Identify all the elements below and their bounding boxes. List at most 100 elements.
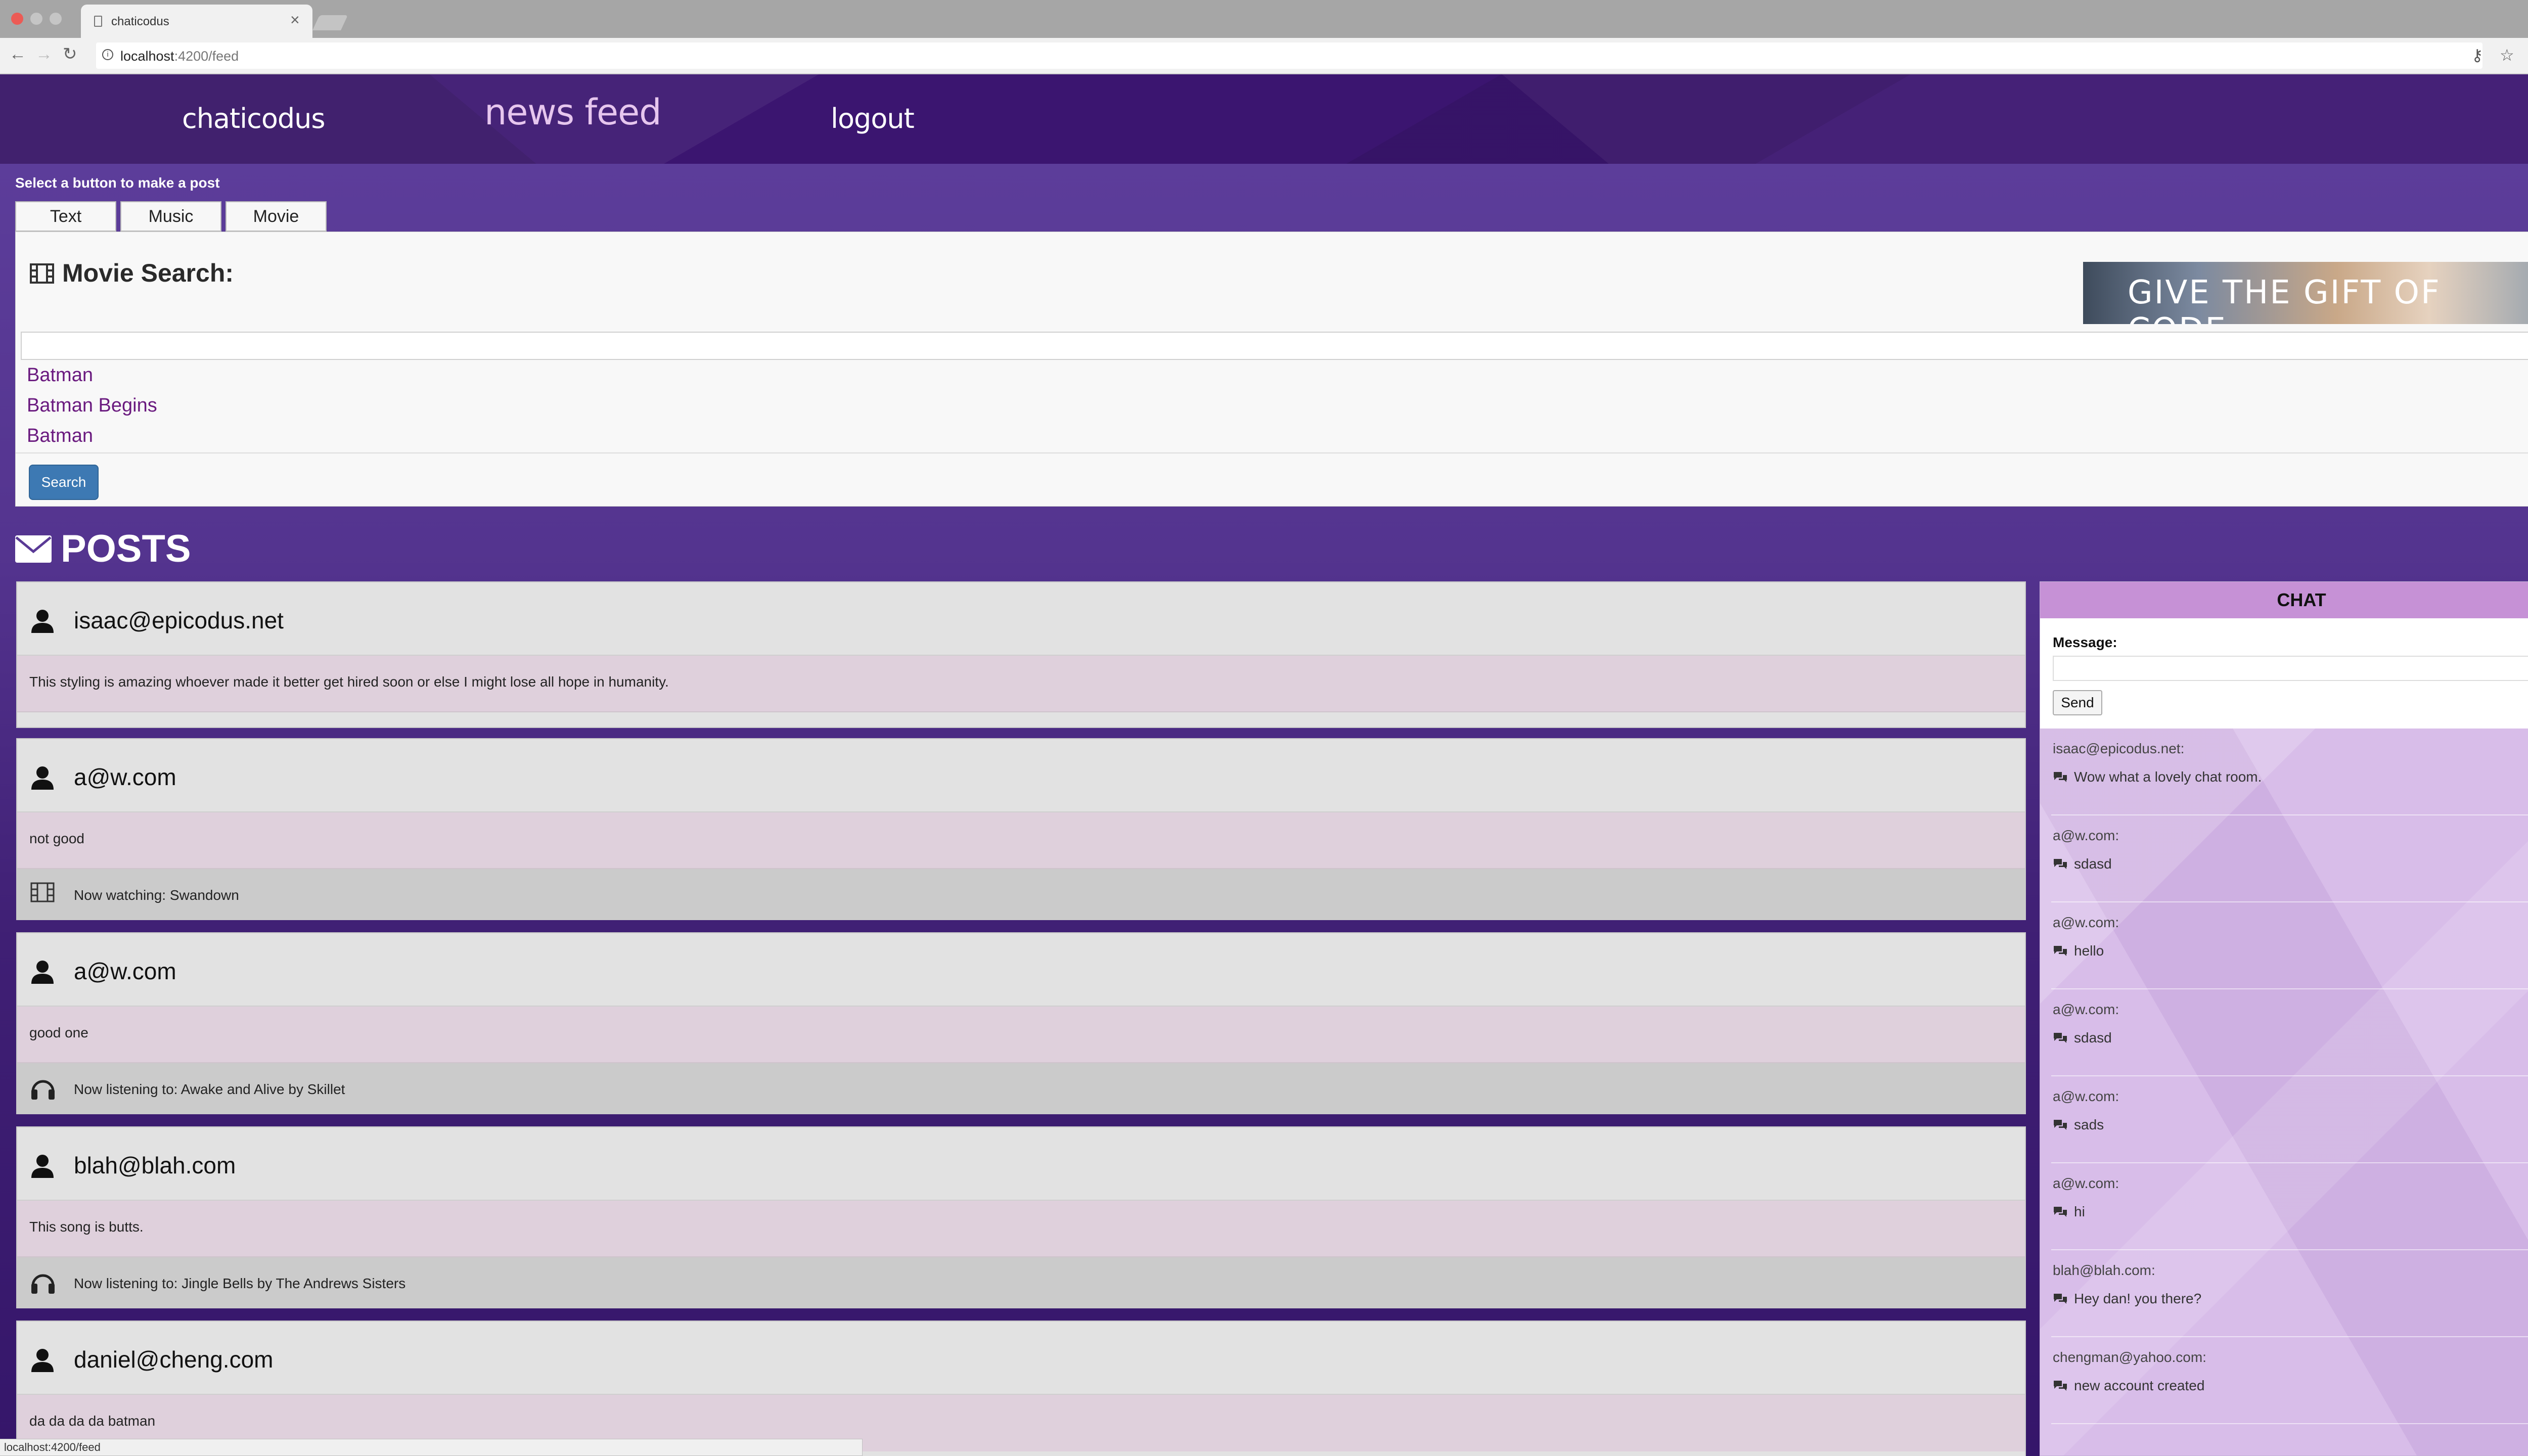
user-icon xyxy=(31,1349,54,1372)
chat-bubbles-icon xyxy=(2054,1033,2067,1043)
music-post-button[interactable]: Music xyxy=(120,201,221,232)
movie-search-input[interactable] xyxy=(21,332,2528,360)
chat-author: a@w.com: xyxy=(2053,828,2119,843)
post-author[interactable]: isaac@epicodus.net xyxy=(74,607,284,634)
chat-author: a@w.com: xyxy=(2053,1088,2119,1104)
user-icon xyxy=(31,961,54,984)
message-label: Message: xyxy=(2053,634,2117,650)
user-icon xyxy=(31,610,54,633)
posts-title: POSTS xyxy=(61,527,191,570)
reload-icon[interactable]: ↻ xyxy=(63,44,77,64)
post-author[interactable]: blah@blah.com xyxy=(74,1152,236,1179)
search-result-link[interactable]: Batman xyxy=(27,365,93,386)
post-type-prompt: Select a button to make a post xyxy=(15,175,220,191)
promo-banner[interactable]: GIVE THE GIFT OF CODE xyxy=(2083,262,2528,324)
post-header: a@w.com xyxy=(17,739,2025,812)
chat-author: a@w.com: xyxy=(2053,1175,2119,1191)
post-text: This styling is amazing whoever made it … xyxy=(29,674,669,690)
address-bar[interactable]: i localhost:4200/feed xyxy=(96,42,2482,69)
send-button[interactable]: Send xyxy=(2053,690,2102,715)
browser-tab[interactable]: chaticodus × xyxy=(81,5,312,38)
post-card: isaac@epicodus.net This styling is amazi… xyxy=(16,581,2026,728)
chat-bubbles-icon xyxy=(2054,859,2067,869)
app-navbar: chaticodus news feed logout xyxy=(0,74,2528,164)
browser-toolbar: ← → ↻ i localhost:4200/feed ⚷ ☆ Ⓒ ⋮ xyxy=(0,38,2528,74)
news-feed-link[interactable]: news feed xyxy=(484,92,662,133)
chat-text: new account created xyxy=(2074,1378,2205,1393)
post-body: not good xyxy=(17,812,2025,869)
post-media-status: Now listening to: Awake and Alive by Ski… xyxy=(17,1063,2025,1114)
chat-text: hello xyxy=(2074,943,2104,959)
brand-link[interactable]: chaticodus xyxy=(182,103,326,134)
film-icon xyxy=(30,263,54,284)
status-url-bubble: localhost:4200/feed xyxy=(0,1439,863,1456)
tab-title: chaticodus xyxy=(111,15,169,28)
divider xyxy=(16,452,2528,453)
chat-bubbles-icon xyxy=(2054,946,2067,956)
chat-text: hi xyxy=(2074,1204,2085,1219)
browser-tab-strip: chaticodus × xyxy=(0,0,2528,38)
post-header: blah@blah.com xyxy=(17,1127,2025,1201)
post-media-text: Now listening to: Jingle Bells by The An… xyxy=(74,1276,406,1291)
page-icon xyxy=(94,16,102,27)
chat-message: a@w.com: hi xyxy=(2051,1163,2528,1250)
user-icon xyxy=(31,766,54,790)
post-card: a@w.com not good Now watching: Swandown xyxy=(16,738,2026,920)
post-media-text: Now listening to: Awake and Alive by Ski… xyxy=(74,1081,345,1097)
post-header: a@w.com xyxy=(17,933,2025,1007)
post-card: a@w.com good one Now listening to: Awake… xyxy=(16,932,2026,1114)
chat-message: a@w.com: sdasd xyxy=(2051,815,2528,902)
post-body: This styling is amazing whoever made it … xyxy=(17,656,2025,712)
banner-text: GIVE THE GIFT OF CODE xyxy=(2128,274,2441,324)
chat-bubbles-icon xyxy=(2054,1381,2067,1391)
post-card: blah@blah.com This song is butts. Now li… xyxy=(16,1126,2026,1308)
post-text: da da da da batman xyxy=(29,1413,156,1429)
back-arrow-icon[interactable]: ← xyxy=(9,44,26,64)
movie-post-button[interactable]: Movie xyxy=(225,201,327,232)
chat-text: sdasd xyxy=(2074,1030,2112,1045)
text-post-button[interactable]: Text xyxy=(15,201,116,232)
user-icon xyxy=(31,1155,54,1178)
maximize-window-button[interactable] xyxy=(50,13,62,25)
minimize-window-button[interactable] xyxy=(30,13,42,25)
posts-heading: POSTS xyxy=(15,527,191,571)
post-media-status: Now watching: Swandown xyxy=(17,869,2025,920)
bookmark-star-icon[interactable]: ☆ xyxy=(2500,46,2514,64)
chat-bubbles-icon xyxy=(2054,1207,2067,1217)
tab-close-icon[interactable]: × xyxy=(290,12,300,28)
chat-author: isaac@epicodus.net: xyxy=(2053,741,2185,756)
chat-panel: CHAT Message: Send isaac@epicodus.net: W… xyxy=(2040,581,2528,1456)
chat-log: isaac@epicodus.net: Wow what a lovely ch… xyxy=(2040,729,2528,1455)
chat-text: sads xyxy=(2074,1117,2104,1132)
chat-author: a@w.com: xyxy=(2053,915,2119,930)
post-author[interactable]: a@w.com xyxy=(74,763,176,791)
key-icon[interactable]: ⚷ xyxy=(2471,46,2483,64)
post-header: isaac@epicodus.net xyxy=(17,582,2025,656)
movie-search-heading: Movie Search: xyxy=(62,259,234,287)
movie-search-panel: Movie Search: GIVE THE GIFT OF CODE Batm… xyxy=(15,232,2528,507)
search-result-link[interactable]: Batman Begins xyxy=(27,395,157,417)
chat-text: Wow what a lovely chat room. xyxy=(2074,769,2262,785)
post-author[interactable]: a@w.com xyxy=(74,958,176,985)
post-text: This song is butts. xyxy=(29,1219,144,1235)
post-body: good one xyxy=(17,1007,2025,1063)
chat-bubbles-icon xyxy=(2054,772,2067,782)
main-content: Select a button to make a post Text Musi… xyxy=(0,164,2528,1456)
message-input[interactable] xyxy=(2053,656,2528,681)
chat-text: sdasd xyxy=(2074,856,2112,872)
forward-arrow-icon[interactable]: → xyxy=(35,44,53,64)
info-icon[interactable]: i xyxy=(102,49,113,60)
post-author[interactable]: daniel@cheng.com xyxy=(74,1346,273,1373)
logout-link[interactable]: logout xyxy=(831,103,915,134)
post-header: daniel@cheng.com xyxy=(17,1322,2025,1395)
search-result-link[interactable]: Batman xyxy=(27,425,93,447)
search-button[interactable]: Search xyxy=(29,465,99,500)
post-media-status: Now listening to: Jingle Bells by The An… xyxy=(17,1257,2025,1308)
chat-author: a@w.com: xyxy=(2053,1002,2119,1017)
film-icon xyxy=(30,882,55,902)
close-window-button[interactable] xyxy=(11,13,23,25)
chat-message: isaac@epicodus.net: Wow what a lovely ch… xyxy=(2051,729,2528,815)
headphones-icon xyxy=(31,1274,55,1294)
chat-bubbles-icon xyxy=(2054,1294,2067,1304)
new-tab-button[interactable] xyxy=(312,15,348,30)
